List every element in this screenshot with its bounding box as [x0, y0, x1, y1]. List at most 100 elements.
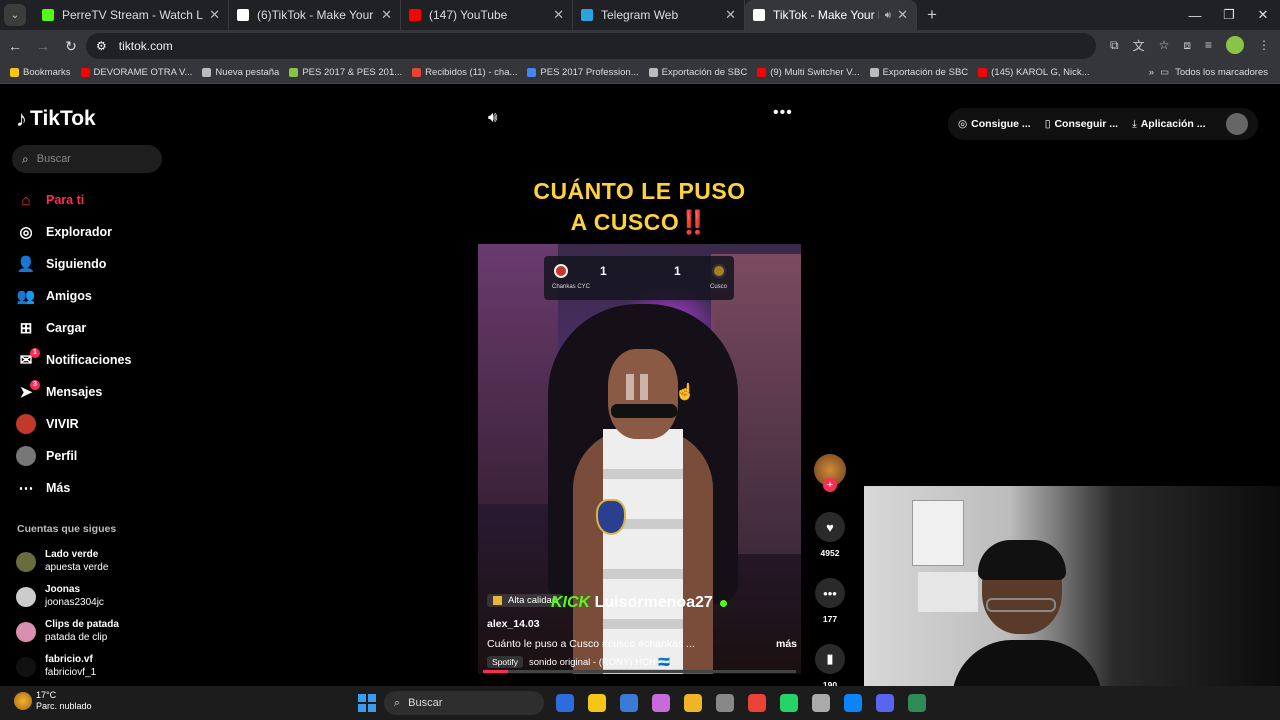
sidebar-item-label: VIVIR [46, 417, 79, 431]
taskbar-app-icon[interactable] [716, 694, 734, 712]
sound-row[interactable]: Spotify sonido original - (RONY) HCH 🇭🇳 [487, 656, 797, 668]
taskbar-app-icon[interactable] [652, 694, 670, 712]
new-tab-button[interactable]: + [927, 5, 937, 25]
taskbar-search[interactable]: ⌕ Buscar [384, 691, 544, 715]
install-app-icon[interactable]: ⧉ [1110, 38, 1119, 53]
sidebar-item-label: Amigos [46, 289, 92, 303]
bookmark-item[interactable]: Nueva pestaña [202, 67, 279, 78]
tab-close-icon[interactable]: ✕ [209, 7, 220, 23]
taskbar-app-icon[interactable] [812, 694, 830, 712]
user-avatar[interactable] [1226, 113, 1248, 135]
browser-tab[interactable]: PerreTV Stream - Watch Live o ✕ [34, 0, 229, 30]
spotify-badge[interactable]: Spotify [487, 656, 523, 668]
sidebar-item-messages[interactable]: ➤ 3 Mensajes [16, 376, 131, 408]
bookmark-item[interactable]: DEVORAME OTRA V... [80, 67, 192, 78]
bookmark-item[interactable]: (145) KAROL G, Nick... [978, 67, 1090, 78]
tab-search-button[interactable]: ⌄ [4, 4, 26, 26]
sidebar-item-upload[interactable]: ⊞ Cargar [16, 312, 131, 344]
comment-action[interactable]: ••• 177 [814, 578, 846, 624]
translate-icon[interactable]: 文 [1133, 37, 1145, 54]
tab-close-icon[interactable]: ✕ [381, 7, 392, 23]
following-account[interactable]: fabricio.vf fabriciovf_1 [16, 649, 119, 684]
bookmark-item[interactable]: PES 2017 Profession... [527, 67, 639, 78]
windows-start-icon[interactable] [358, 694, 376, 712]
following-account[interactable]: Clips de patada patada de clip [16, 614, 119, 649]
bookmark-item[interactable]: Exportación de SBC [869, 67, 969, 78]
sidebar-item-profile[interactable]: Perfil [16, 440, 131, 472]
taskbar-app-icon[interactable] [620, 694, 638, 712]
taskbar-app-icon[interactable] [588, 694, 606, 712]
quality-label: Alta calidad [508, 595, 558, 606]
tiktok-logo[interactable]: ♪ TikTok [16, 106, 96, 132]
maximize-button[interactable]: ❐ [1212, 7, 1246, 23]
browser-tab[interactable]: TikTok - Make Your Day 🔊︎ ✕ [745, 0, 917, 30]
pause-icon[interactable] [626, 374, 648, 400]
taskbar-app-icon[interactable] [844, 694, 862, 712]
taskbar-app-icon[interactable] [684, 694, 702, 712]
top-action-button[interactable]: ◎ Consigue ... [958, 118, 1031, 130]
close-window-button[interactable]: ✕ [1246, 7, 1280, 23]
extensions-icon[interactable]: ⧈ [1183, 38, 1191, 53]
follow-plus-icon[interactable]: + [823, 478, 837, 492]
tab-audio-icon[interactable]: 🔊︎ [885, 10, 891, 21]
taskbar-app-icon[interactable] [780, 694, 798, 712]
sound-name[interactable]: sonido original - (RONY) HCH 🇭🇳 [529, 657, 670, 668]
taskbar-app-icon[interactable] [908, 694, 926, 712]
all-bookmarks[interactable]: » ▭ Todos los marcadores [1149, 67, 1268, 78]
more-link[interactable]: más [776, 638, 797, 650]
chrome-menu-icon[interactable]: ⋮ [1258, 38, 1270, 52]
back-button[interactable]: ← [2, 38, 28, 54]
sidebar-item-live[interactable]: VIVIR [16, 408, 131, 440]
bookmark-favicon-icon [648, 68, 658, 77]
sidebar-item-more[interactable]: ⋯ Más [16, 472, 131, 504]
top-action-button[interactable]: ▯ Conseguir ... [1045, 118, 1118, 130]
media-control-icon[interactable]: ≡ [1205, 38, 1212, 52]
sidebar-item-following[interactable]: 👤 Siguiendo [16, 248, 131, 280]
bookmark-item[interactable]: (9) Multi Switcher V... [757, 67, 860, 78]
bookmark-label: Exportación de SBC [882, 67, 969, 78]
bookmark-favicon-icon [978, 68, 988, 77]
like-action[interactable]: ♥ 4952 [814, 512, 846, 558]
volume-icon[interactable]: 🔊︎ [488, 109, 497, 126]
taskbar-app-icon[interactable] [556, 694, 574, 712]
following-account[interactable]: Lado verde apuesta verde [16, 544, 119, 579]
webcam-glasses [986, 598, 1056, 612]
bookmark-star-icon[interactable]: ☆ [1159, 38, 1170, 52]
bookmark-item[interactable]: Bookmarks [10, 67, 71, 78]
browser-tab[interactable]: (6)TikTok - Make Your Day ✕ [229, 0, 401, 30]
sidebar-item-home[interactable]: ⌂ Para ti [16, 184, 131, 216]
bookmark-item[interactable]: Exportación de SBC [648, 67, 747, 78]
team2-crest-icon [712, 264, 726, 278]
video-progress-bar[interactable] [483, 670, 796, 673]
heart-icon[interactable]: ♥ [815, 512, 845, 542]
browser-tab[interactable]: Telegram Web ✕ [573, 0, 745, 30]
minimize-button[interactable]: — [1178, 8, 1212, 23]
bookmark-item[interactable]: PES 2017 & PES 201... [289, 67, 402, 78]
weather-widget[interactable]: 17°C Parc. nublado [14, 690, 92, 712]
more-options-icon[interactable]: ••• [773, 104, 793, 122]
sidebar-item-friends[interactable]: 👥 Amigos [16, 280, 131, 312]
taskbar-app-icon[interactable] [748, 694, 766, 712]
comment-icon[interactable]: ••• [815, 578, 845, 608]
forward-button[interactable]: → [30, 38, 56, 54]
caption-top-row: Alta calidad KICK Luisormenoa27 [487, 592, 797, 611]
bookmark-icon[interactable]: ▮ [815, 644, 845, 674]
author-name[interactable]: alex_14.03 [487, 618, 797, 630]
tab-close-icon[interactable]: ✕ [897, 7, 908, 23]
search-input[interactable]: ⌕ Buscar [12, 145, 162, 173]
tab-close-icon[interactable]: ✕ [553, 7, 564, 23]
tab-close-icon[interactable]: ✕ [725, 7, 736, 23]
top-action-button[interactable]: ⤓ Aplicación ... [1132, 118, 1205, 131]
sidebar-item-compass[interactable]: ◎ Explorador [16, 216, 131, 248]
save-action[interactable]: ▮ 190 [814, 644, 846, 690]
url-bar[interactable]: ⚙ tiktok.com [86, 33, 1096, 59]
browser-tab[interactable]: (147) YouTube ✕ [401, 0, 573, 30]
following-account[interactable]: Joonas joonas2304jc [16, 579, 119, 614]
site-info-icon[interactable]: ⚙ [96, 39, 107, 53]
reload-button[interactable]: ↻ [58, 38, 84, 55]
chevron-right-icon[interactable]: » [1149, 67, 1154, 78]
bookmark-item[interactable]: Recibidos (11) - cha... [412, 67, 517, 78]
sidebar-item-inbox[interactable]: ✉ 1 Notificaciones [16, 344, 131, 376]
profile-avatar[interactable] [1226, 36, 1244, 54]
taskbar-app-icon[interactable] [876, 694, 894, 712]
